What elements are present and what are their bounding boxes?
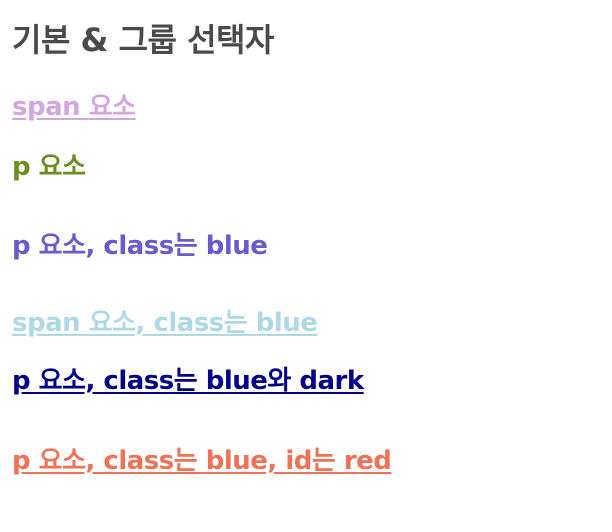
p-blue-dark-class-line: p 요소, class는 blue와 dark — [12, 366, 364, 396]
span-blue-class-line: span 요소, class는 blue — [12, 308, 318, 338]
p-blue-class-line: p 요소, class는 blue — [12, 231, 268, 261]
p-blue-class-red-id-line: p 요소, class는 blue, id는 red — [12, 446, 392, 476]
span-element-line: span 요소 — [12, 92, 136, 122]
page-title: 기본 & 그룹 선택자 — [12, 21, 274, 59]
p-element-line: p 요소 — [12, 152, 86, 182]
page-content: 기본 & 그룹 선택자 span 요소 p 요소 p 요소, class는 bl… — [12, 18, 600, 476]
